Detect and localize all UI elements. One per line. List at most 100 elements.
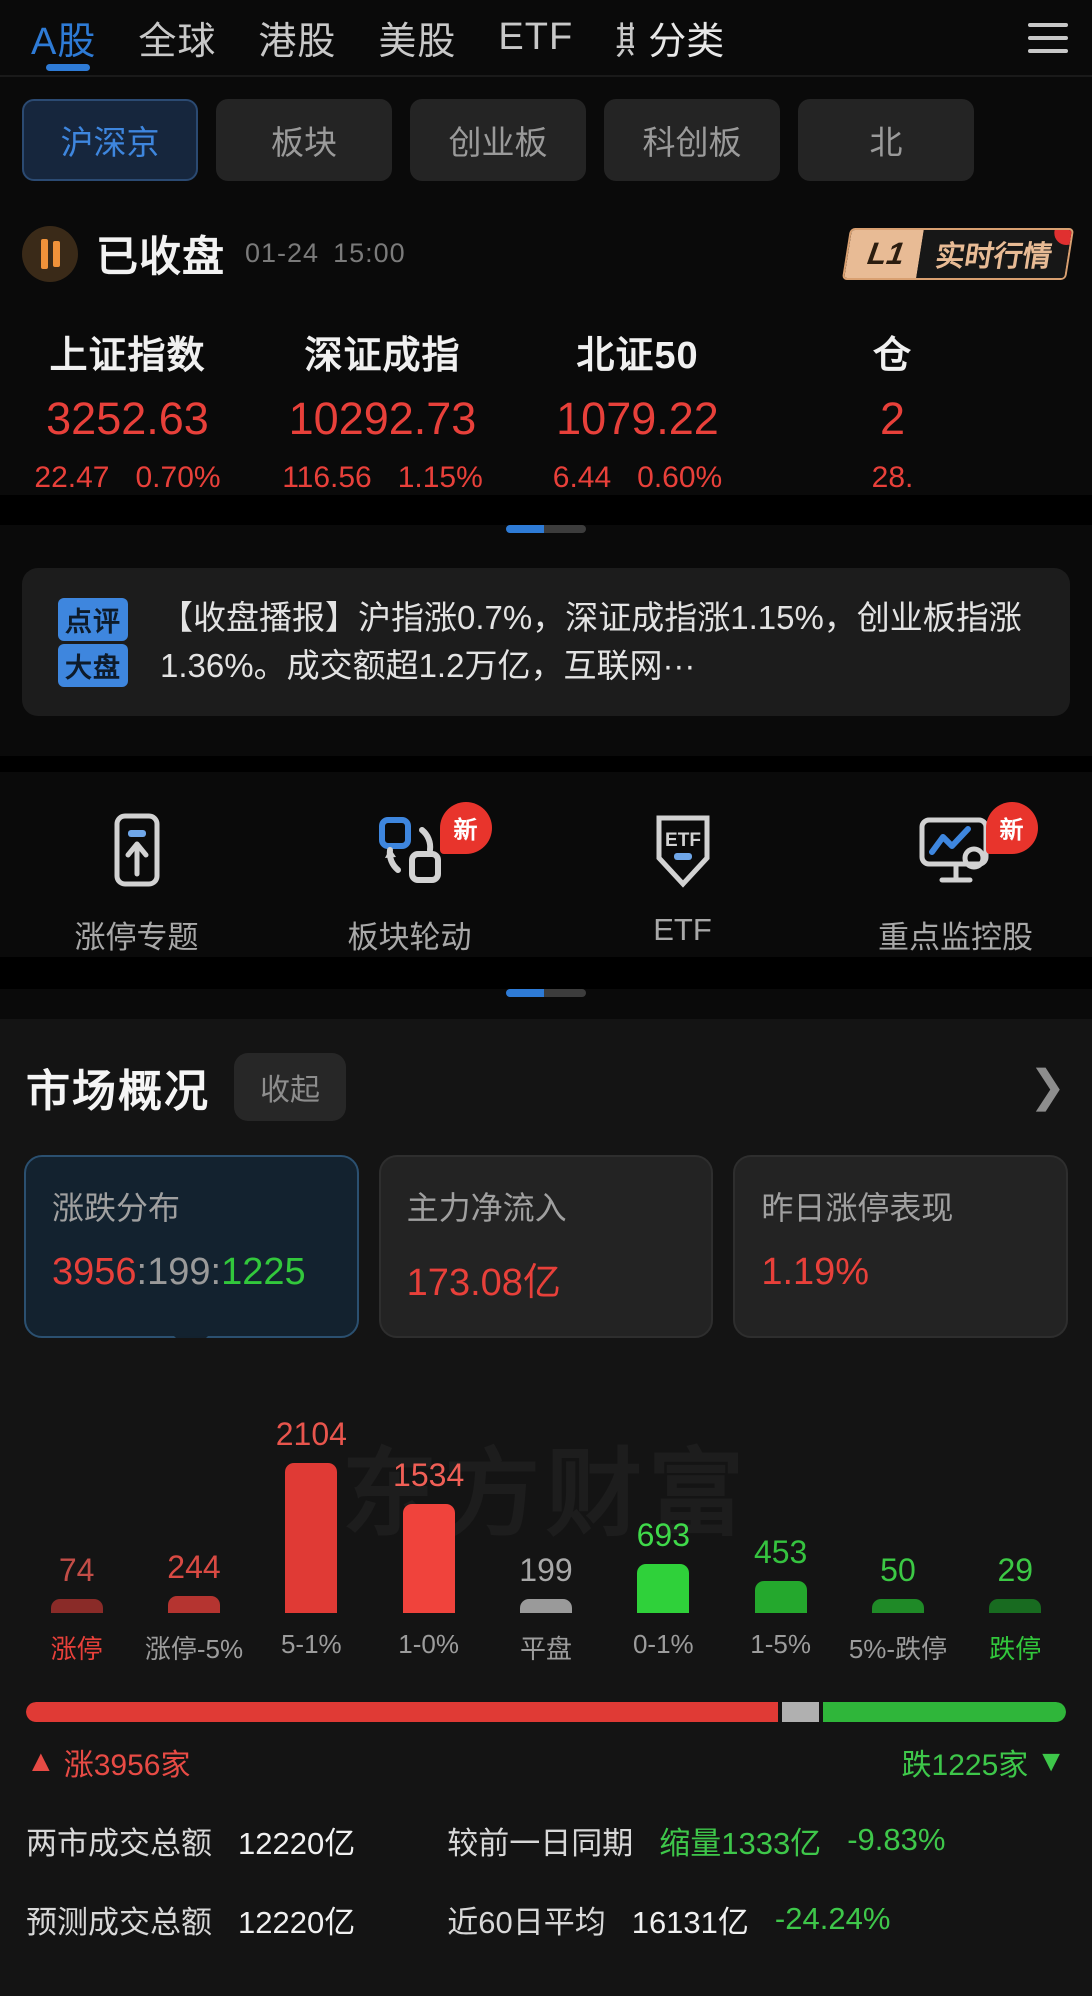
updown-sep1: : xyxy=(136,1250,148,1293)
subtab-chinext[interactable]: 创业板 xyxy=(410,99,586,181)
index-change: 6.44 xyxy=(552,461,612,494)
sub-tab-bar: 沪深京 板块 创业板 科创板 北 xyxy=(0,77,1092,181)
nav-category-button[interactable]: 分类 xyxy=(634,10,738,65)
svg-text:ETF: ETF xyxy=(665,830,701,851)
card-yesterday-limitup[interactable]: 昨日涨停表现 1.19% xyxy=(733,1154,1069,1338)
news-banner-wrapper: 点评 大盘 【收盘播报】沪指涨0.7%，深证成指涨1.15%，创业板指涨1.36… xyxy=(0,533,1092,756)
breadth-flat-segment xyxy=(781,1701,820,1722)
shortcut-pager[interactable] xyxy=(0,988,1092,1019)
breadth-down-label: 跌1225家 xyxy=(901,1748,1029,1782)
card-main-net-inflow[interactable]: 主力净流入 173.08亿 xyxy=(378,1154,714,1338)
stat-row: 两市成交总额 12220亿 较前一日同期 缩量1333亿 -9.83% xyxy=(26,1818,1066,1863)
updown-flat-count: 199 xyxy=(147,1250,211,1293)
chart-bar-column: 1534 xyxy=(370,1457,487,1613)
market-breadth-section: ▲ 涨3956家 跌1225家 ▼ xyxy=(0,1665,1092,1784)
section-divider xyxy=(0,755,1092,772)
index-change: 22.47 xyxy=(34,461,110,494)
sector-rotation-icon: 新 xyxy=(370,801,492,890)
news-badge: 点评 大盘 xyxy=(50,594,136,687)
breadth-up-segment xyxy=(26,1701,778,1722)
l1-level-label: L1 xyxy=(843,229,924,278)
chart-bar-column: 74 xyxy=(18,1552,135,1613)
stat-mid-prefix: 16131亿 xyxy=(631,1904,749,1940)
card-title: 主力净流入 xyxy=(406,1189,567,1226)
nav-tab-futures[interactable]: 期 xyxy=(594,10,634,65)
chart-bar-value: 29 xyxy=(997,1551,1034,1588)
l1-realtime-quote-badge[interactable]: L1 实时行情 xyxy=(841,227,1075,280)
limit-up-board-icon xyxy=(97,810,177,890)
breadth-bar xyxy=(26,1701,1066,1722)
chart-bar-column: 29 xyxy=(957,1552,1074,1613)
chart-bar xyxy=(285,1462,338,1613)
new-badge: 新 xyxy=(985,801,1038,854)
l1-badge-text: 实时行情 xyxy=(916,229,1072,278)
pager-inactive-segment xyxy=(544,525,586,533)
index-card-bse50[interactable]: 北证50 1079.22 6.44 0.60% xyxy=(510,324,765,495)
index-card-shanghai[interactable]: 上证指数 3252.63 22.47 0.70% xyxy=(0,324,255,495)
index-carousel[interactable]: 上证指数 3252.63 22.47 0.70% 深证成指 10292.73 1… xyxy=(0,284,1092,495)
chart-bar-column: 199 xyxy=(487,1552,604,1613)
chart-bar xyxy=(637,1563,690,1613)
market-overview-title: 市场概况 xyxy=(26,1066,210,1116)
index-value: 3252.63 xyxy=(46,393,209,444)
chart-bars: 74 244 2104 1534 199 693 453 50 29 xyxy=(18,1398,1074,1613)
breadth-up-label: 涨3956家 xyxy=(63,1748,191,1782)
card-title: 昨日涨停表现 xyxy=(761,1189,954,1226)
index-percent: 0.70% xyxy=(135,461,221,494)
shortcut-label: 涨停专题 xyxy=(74,919,199,955)
market-status-time: 15:00 xyxy=(333,238,406,268)
news-banner[interactable]: 点评 大盘 【收盘播报】沪指涨0.7%，深证成指涨1.15%，创业板指涨1.36… xyxy=(22,568,1070,716)
news-badge-top-label: 点评 xyxy=(58,598,128,641)
index-percent: 0.60% xyxy=(637,461,723,494)
market-status-date: 01-24 xyxy=(245,238,320,268)
card-updown-distribution[interactable]: 涨跌分布 3956:199:1225 xyxy=(24,1154,359,1353)
stat-mid-label: 近60日平均 xyxy=(447,1904,606,1940)
chart-bar xyxy=(50,1598,103,1613)
stat-mid-prefix: 缩量1333亿 xyxy=(659,1825,822,1861)
index-value: 1079.22 xyxy=(556,393,719,444)
market-status-row: 已收盘 01-24 15:00 L1 实时行情 xyxy=(0,181,1092,284)
stat-value: 12220亿 xyxy=(238,1825,356,1861)
nav-tab-hk-stocks[interactable]: 港股 xyxy=(237,10,357,65)
chart-bar-column: 453 xyxy=(722,1534,839,1613)
shortcut-etf[interactable]: ETF ETF xyxy=(546,810,819,957)
stat-mid-value: -24.24% xyxy=(774,1901,891,1937)
index-card-partial[interactable]: 仓 2 28. xyxy=(765,324,1020,495)
news-badge-bottom-label: 大盘 xyxy=(58,644,128,687)
shortcut-limit-up-board[interactable]: 涨停专题 xyxy=(0,810,273,957)
nav-tab-a-shares[interactable]: A股 xyxy=(10,10,117,65)
pager-active-segment xyxy=(506,988,544,997)
stat-row: 预测成交总额 12220亿 近60日平均 16131亿 -24.24% xyxy=(26,1897,1066,1942)
subtab-hu-shen-jing[interactable]: 沪深京 xyxy=(22,99,198,181)
updown-down-count: 1225 xyxy=(221,1250,306,1293)
index-card-shenzhen[interactable]: 深证成指 10292.73 116.56 1.15% xyxy=(255,324,510,495)
index-carousel-pager[interactable] xyxy=(0,525,1092,533)
shortcut-label: ETF xyxy=(653,911,712,947)
chart-x-label: 平盘 xyxy=(519,1633,572,1664)
nav-active-indicator xyxy=(46,64,90,71)
chart-bar-value: 199 xyxy=(519,1551,573,1588)
chart-bar xyxy=(167,1595,220,1613)
chart-bar-column: 50 xyxy=(839,1552,956,1613)
index-name: 北证50 xyxy=(576,335,699,377)
index-value: 10292.73 xyxy=(288,393,477,444)
chart-bar-value: 50 xyxy=(880,1551,916,1588)
stat-mid-label: 较前一日同期 xyxy=(447,1825,634,1861)
chart-bar-column: 244 xyxy=(135,1549,252,1613)
chart-x-label: 1-5% xyxy=(750,1628,811,1659)
collapse-button[interactable]: 收起 xyxy=(234,1052,346,1121)
nav-tab-global[interactable]: 全球 xyxy=(117,10,237,65)
nav-tab-us-stocks[interactable]: 美股 xyxy=(357,10,477,65)
chart-bar-value: 74 xyxy=(58,1551,95,1588)
shortcut-label: 板块轮动 xyxy=(347,919,472,955)
shortcut-sector-rotation[interactable]: 新 板块轮动 xyxy=(273,801,546,957)
subtab-star-market[interactable]: 科创板 xyxy=(604,99,780,181)
subtab-sectors[interactable]: 板块 xyxy=(216,99,392,181)
hamburger-menu-icon[interactable] xyxy=(1028,22,1068,53)
chart-bar-column: 2104 xyxy=(253,1416,370,1613)
subtab-bse[interactable]: 北 xyxy=(798,99,974,181)
chevron-right-icon[interactable]: ❯ xyxy=(1029,1061,1066,1112)
shortcut-key-monitoring[interactable]: 新 重点监控股 xyxy=(819,801,1092,957)
updown-up-count: 3956 xyxy=(52,1250,137,1293)
nav-tab-etf[interactable]: ETF xyxy=(477,16,594,59)
